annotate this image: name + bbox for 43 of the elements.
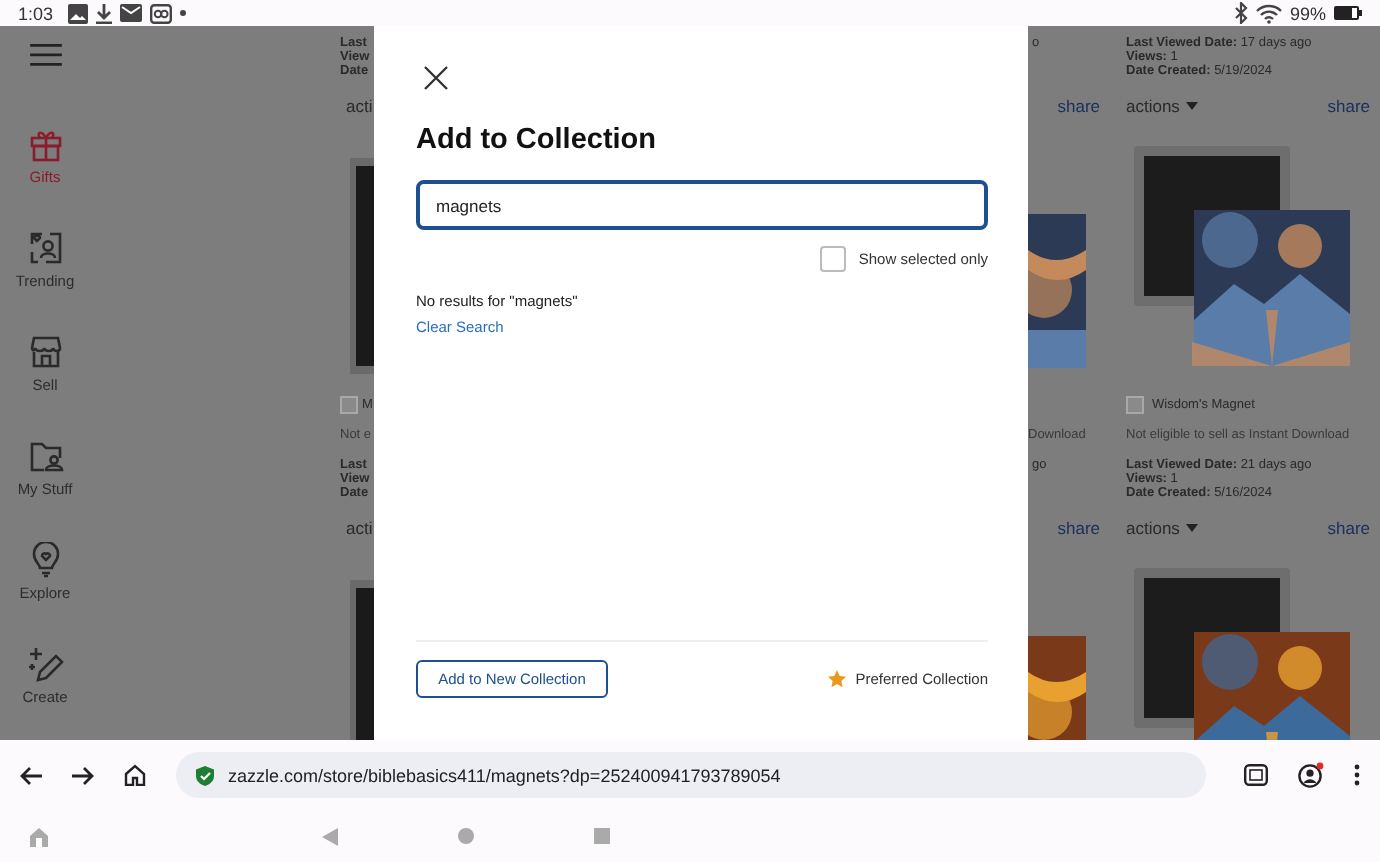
clock-text: 1:03	[18, 3, 54, 23]
app-switch-icon[interactable]	[28, 825, 50, 847]
share-link[interactable]: share	[1057, 96, 1110, 116]
close-icon	[424, 66, 448, 90]
folder-icon	[27, 437, 63, 474]
address-bar[interactable]: zazzle.com/store/biblebasics411/magnets?dp=252400941793789054	[176, 752, 1206, 798]
share-link[interactable]: share	[1327, 518, 1380, 538]
shield-icon	[196, 765, 214, 785]
tabs-icon[interactable]	[1244, 764, 1268, 786]
actions-menu[interactable]: actions	[1126, 518, 1198, 538]
battery-icon	[1334, 6, 1362, 20]
checkbox[interactable]	[820, 246, 847, 272]
app-icon	[149, 2, 172, 24]
dot-icon	[179, 10, 186, 16]
share-link[interactable]: share	[1057, 518, 1110, 538]
actions-menu[interactable]: actions	[1126, 96, 1198, 116]
battery-text: 99%	[1289, 3, 1326, 23]
actions-menu[interactable]: acti	[340, 96, 373, 116]
star-icon	[827, 670, 846, 688]
portrait-icon	[27, 229, 63, 266]
account-icon[interactable]	[1298, 762, 1324, 788]
bluetooth-icon	[1233, 2, 1248, 24]
checkbox[interactable]	[1126, 395, 1144, 413]
more-icon[interactable]	[1354, 764, 1360, 786]
checkbox[interactable]	[340, 395, 358, 413]
lightbulb-icon	[27, 541, 63, 578]
dialog-title: Add to Collection	[416, 122, 659, 158]
close-button[interactable]	[424, 66, 448, 90]
store-icon	[27, 333, 63, 370]
menu-icon[interactable]	[29, 44, 61, 66]
wifi-icon	[1255, 3, 1282, 23]
search-field[interactable]: magnets	[416, 180, 988, 230]
recents-icon[interactable]	[593, 828, 609, 844]
caret-icon	[1185, 524, 1198, 532]
forward-icon[interactable]	[72, 765, 94, 785]
download-icon	[95, 3, 112, 23]
actions-menu[interactable]: acti	[340, 518, 373, 538]
caret-icon	[1185, 102, 1198, 110]
home-icon[interactable]	[124, 764, 146, 786]
share-link[interactable]: share	[1327, 96, 1380, 116]
pencil-icon	[27, 645, 63, 682]
gift-icon	[27, 125, 63, 162]
back-icon[interactable]	[20, 765, 42, 785]
